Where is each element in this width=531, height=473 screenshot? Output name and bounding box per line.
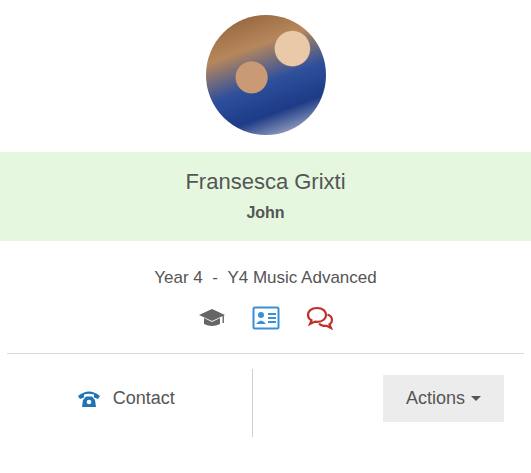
- preferred-name: John: [10, 201, 521, 225]
- contact-label: Contact: [113, 385, 175, 412]
- contact-link[interactable]: Contact: [77, 385, 175, 412]
- phone-icon: [77, 389, 101, 409]
- graduation-cap-icon[interactable]: [198, 308, 226, 328]
- icon-row: [0, 305, 531, 331]
- name-band: Fransesca Grixti John: [0, 152, 531, 241]
- actions-button[interactable]: Actions: [383, 375, 504, 422]
- student-photo: [206, 15, 326, 135]
- student-card: Fransesca Grixti John Year 4 - Y4 Music …: [0, 0, 531, 437]
- student-name: Fransesca Grixti: [10, 168, 521, 197]
- class-group: Y4 Music Advanced: [227, 268, 376, 287]
- year-group: Year 4: [154, 268, 203, 287]
- chat-icon[interactable]: [306, 306, 334, 330]
- separator: -: [212, 268, 218, 287]
- id-card-icon[interactable]: [252, 306, 280, 330]
- class-line: Year 4 - Y4 Music Advanced: [0, 265, 531, 291]
